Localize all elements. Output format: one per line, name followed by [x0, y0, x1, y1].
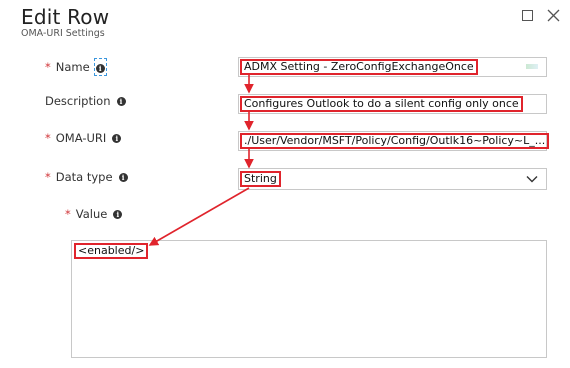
- info-icon[interactable]: i: [113, 209, 123, 219]
- name-info-button[interactable]: i: [93, 58, 107, 76]
- info-icon[interactable]: i: [112, 133, 122, 143]
- name-label-row: * Name i: [45, 58, 107, 76]
- value-textarea[interactable]: <enabled/>: [71, 240, 547, 358]
- required-marker: *: [65, 207, 71, 221]
- value-text: <enabled/>: [74, 243, 149, 259]
- info-icon[interactable]: i: [116, 96, 126, 106]
- page-title: Edit Row: [21, 5, 110, 29]
- data-type-label-row: * Data type i: [45, 170, 128, 184]
- maximize-button[interactable]: [519, 7, 537, 25]
- chevron-down-icon: [526, 176, 538, 183]
- description-label-row: Description i: [45, 94, 126, 108]
- name-label: Name: [55, 60, 90, 74]
- data-type-label: Data type: [55, 170, 113, 184]
- description-label: Description: [45, 94, 111, 108]
- required-marker: *: [45, 170, 51, 184]
- value-label-row: * Value i: [65, 207, 123, 221]
- name-input[interactable]: ADMX Setting - ZeroConfigExchangeOnce: [238, 57, 547, 77]
- oma-uri-input[interactable]: ./User/Vendor/MSFT/Policy/Config/Outlk16…: [238, 131, 550, 151]
- info-icon[interactable]: i: [118, 172, 128, 182]
- data-type-select[interactable]: String: [238, 168, 547, 190]
- oma-uri-label-row: * OMA-URI i: [45, 131, 122, 145]
- input-badge-icon: [526, 64, 538, 69]
- close-button[interactable]: [545, 7, 563, 25]
- required-marker: *: [45, 60, 51, 74]
- page-subtitle: OMA-URI Settings: [21, 28, 105, 39]
- info-icon: i: [95, 64, 105, 73]
- close-icon: [547, 9, 560, 22]
- description-value: Configures Outlook to do a silent config…: [240, 96, 523, 112]
- oma-uri-value: ./User/Vendor/MSFT/Policy/Config/Outlk16…: [240, 133, 550, 149]
- name-value: ADMX Setting - ZeroConfigExchangeOnce: [240, 59, 478, 75]
- data-type-value: String: [240, 171, 281, 187]
- description-input[interactable]: Configures Outlook to do a silent config…: [238, 94, 547, 114]
- value-label: Value: [75, 207, 108, 221]
- oma-uri-label: OMA-URI: [55, 131, 107, 145]
- required-marker: *: [45, 131, 51, 145]
